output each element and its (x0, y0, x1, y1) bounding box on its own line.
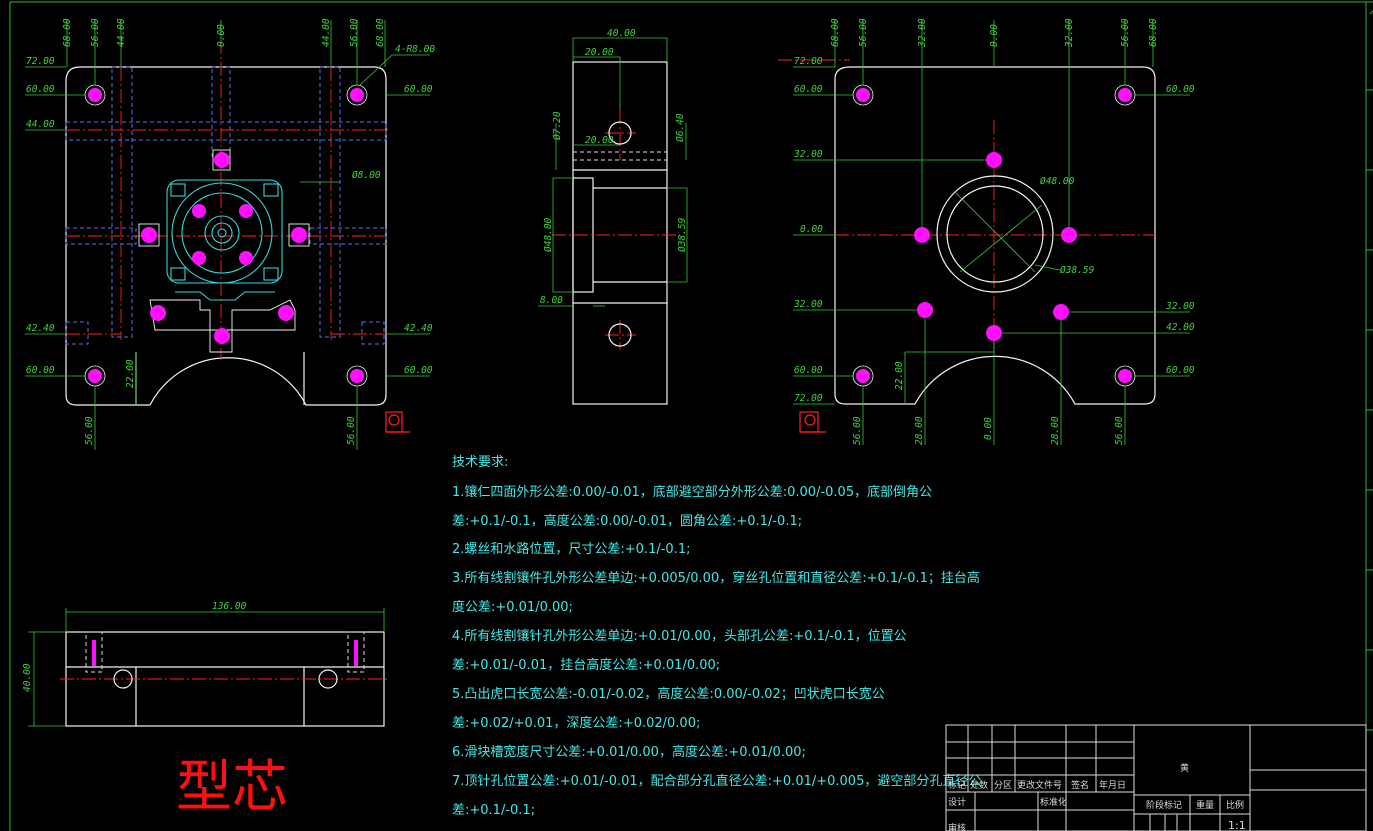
v3-right-dim-2: 32.00 (1165, 301, 1195, 312)
v3-bottom-dim-3: 0.00 (983, 417, 994, 440)
tb-review: 审核 (948, 822, 966, 831)
v3-top-dim-6: 56.00 (1120, 18, 1131, 47)
note-line-9: 差:+0.02/+0.01，深度公差:+0.02/0.00; (452, 715, 700, 731)
v1-top-dim-3: 44.00 (116, 18, 127, 47)
v2-step: 8.00 (540, 295, 563, 306)
tb-header-1: 标记 (948, 779, 966, 791)
v4-width: 136.00 (212, 601, 247, 612)
view-2-side-section: 40.00 20.00 20.00 Ø7.20 Ø6.40 Ø48.00 Ø38… (538, 28, 688, 405)
v3-dia-outer: Ø48.00 (1040, 176, 1075, 187)
v3-bottom-dim-4: 28.00 (1050, 416, 1061, 445)
v3-top-dim-1: 68.00 (830, 18, 841, 47)
notes-heading: 技术要求: (452, 455, 508, 470)
v3-right-dim-4: 60.00 (1166, 365, 1195, 376)
view-1-core-plan: 68.00 56.00 44.00 0.00 44.00 56.00 68.00… (25, 18, 435, 450)
note-line-3: 2.螺丝和水路位置，尺寸公差:+0.1/-0.1; (452, 541, 690, 557)
note-line-6: 4.所有线割镶针孔外形公差单边:+0.01/0.00，头部孔公差:+0.1/-0… (452, 628, 907, 644)
v1-stamp-icon (385, 411, 410, 433)
v2-dia2: Ø6.40 (675, 113, 686, 142)
v1-right-dim-2: 42.40 (404, 323, 433, 334)
v1-top-dim-6: 56.00 (349, 18, 360, 47)
note-line-10: 6.滑块槽宽度尺寸公差:+0.01/0.00，高度公差:+0.01/0.00; (452, 744, 806, 760)
v1-top-dim-7: 68.00 (375, 18, 386, 47)
v3-top-dim-4: 0.00 (989, 24, 1000, 47)
drawing-frame (9, 1, 1373, 831)
v3-height-label: 22.00 (894, 361, 905, 390)
v3-left-dim-7: 72.00 (794, 393, 823, 404)
part-title: 型芯 (176, 755, 288, 820)
tb-header-4: 更改文件号 (1017, 779, 1062, 791)
tb-header-2: 处数 (970, 779, 988, 791)
note-line-1: 1.镶仁四面外形公差:0.00/-0.01，底部避空部分外形公差:0.00/-0… (452, 484, 932, 500)
v2-inner: 20.00 (585, 135, 614, 146)
v1-bottom-dim-1: 56.00 (84, 416, 95, 445)
v1-hole-label: 4-R8.00 (395, 44, 435, 55)
tb-header-6: 年月日 (1099, 779, 1126, 791)
v1-left-dim-3: 44.00 (26, 119, 55, 130)
v1-left-dim-1: 72.00 (26, 56, 55, 67)
v3-left-dim-6: 60.00 (794, 365, 823, 376)
v3-bottom-dim-1: 56.00 (852, 416, 863, 445)
v1-left-dim-4: 42.40 (26, 323, 55, 334)
v3-top-dim-7: 68.00 (1148, 18, 1159, 47)
v1-bottom-dim-2: 56.00 (346, 416, 357, 445)
v1-right-dim-1: 60.00 (404, 84, 433, 95)
note-line-4: 3.所有线割镶件孔外形公差单边:+0.005/0.00，穿丝孔位置和直径公差:+… (452, 570, 980, 586)
v1-dia-label: Ø8.00 (352, 170, 381, 181)
tb-stage-mark: 阶段标记 (1146, 799, 1182, 811)
note-line-5: 度公差:+0.01/0.00; (452, 599, 573, 615)
v3-left-dim-4: 0.00 (800, 224, 823, 235)
v3-left-dim-2: 60.00 (794, 84, 823, 95)
v1-left-dim-5: 60.00 (26, 365, 55, 376)
title-block: 标记 处数 分区 更改文件号 签名 年月日 设计 标准化 审核 黄 阶段标记 重… (945, 724, 1367, 831)
tb-header-3: 分区 (994, 780, 1012, 791)
v1-top-dim-1: 68.00 (62, 18, 73, 47)
v3-left-dim-3: 32.00 (793, 149, 823, 160)
v3-stamp-icon (799, 411, 826, 433)
tb-header-5: 签名 (1071, 779, 1089, 791)
v2-half: 20.00 (585, 47, 614, 58)
v1-right-dim-3: 60.00 (404, 365, 433, 376)
tb-scale-value: 1:1 (1228, 819, 1246, 831)
tb-standardize: 标准化 (1040, 796, 1067, 808)
note-line-12: 差:+0.1/-0.1; (452, 803, 535, 818)
v1-top-dim-2: 56.00 (90, 18, 101, 47)
v3-left-dim-1: 72.00 (794, 56, 823, 67)
tb-material: 黄 (1180, 762, 1189, 774)
v3-right-dim-3: 42.00 (1166, 322, 1195, 333)
v2-dia1: Ø7.20 (552, 111, 563, 140)
v3-bottom-dim-2: 28.00 (914, 416, 925, 445)
tb-design: 设计 (948, 796, 966, 808)
note-line-8: 5.凸出虎口长宽公差:-0.01/-0.02，高度公差:0.00/-0.02；凹… (452, 686, 885, 702)
cad-drawing: 68.00 56.00 44.00 0.00 44.00 56.00 68.00… (9, 1, 1373, 831)
v3-right-dim-1: 60.00 (1166, 84, 1195, 95)
v3-bottom-dim-5: 56.00 (1114, 416, 1125, 445)
v1-left-dim-2: 60.00 (26, 84, 55, 95)
v3-left-dim-5: 32.00 (793, 299, 823, 310)
v1-height-label: 22.00 (125, 359, 136, 388)
v4-height: 40.00 (22, 663, 33, 692)
note-line-7: 差:+0.01/-0.01，挂台高度公差:+0.01/0.00; (452, 657, 720, 673)
technical-notes: 技术要求: 1.镶仁四面外形公差:0.00/-0.01，底部避空部分外形公差:0… (452, 455, 981, 818)
tb-weight: 重量 (1196, 799, 1214, 811)
note-line-2: 差:+0.1/-0.1，高度公差:0.00/-0.01，圆角公差:+0.1/-0… (452, 513, 802, 529)
v1-top-dim-5: 44.00 (321, 18, 332, 47)
v2-dia4: Ø38.59 (677, 217, 688, 252)
v1-top-dim-4: 0.00 (216, 24, 227, 47)
v2-dia3: Ø48.00 (543, 217, 554, 252)
v2-width: 40.00 (607, 28, 636, 39)
v3-dia-inner: Ø38.59 (1060, 265, 1095, 276)
view-3-back-plan: 68.00 56.00 32.00 0.00 32.00 56.00 68.00… (778, 18, 1195, 445)
view-4-front: 136.00 40.00 (22, 601, 390, 727)
v3-top-dim-3: 32.00 (917, 18, 928, 48)
tb-scale-label: 比例 (1226, 799, 1244, 811)
v3-top-dim-2: 56.00 (858, 18, 869, 47)
v3-top-dim-5: 32.00 (1064, 18, 1075, 48)
note-line-11: 7.顶针孔位置公差:+0.01/-0.01，配合部分孔直径公差:+0.01/+0… (452, 774, 981, 789)
